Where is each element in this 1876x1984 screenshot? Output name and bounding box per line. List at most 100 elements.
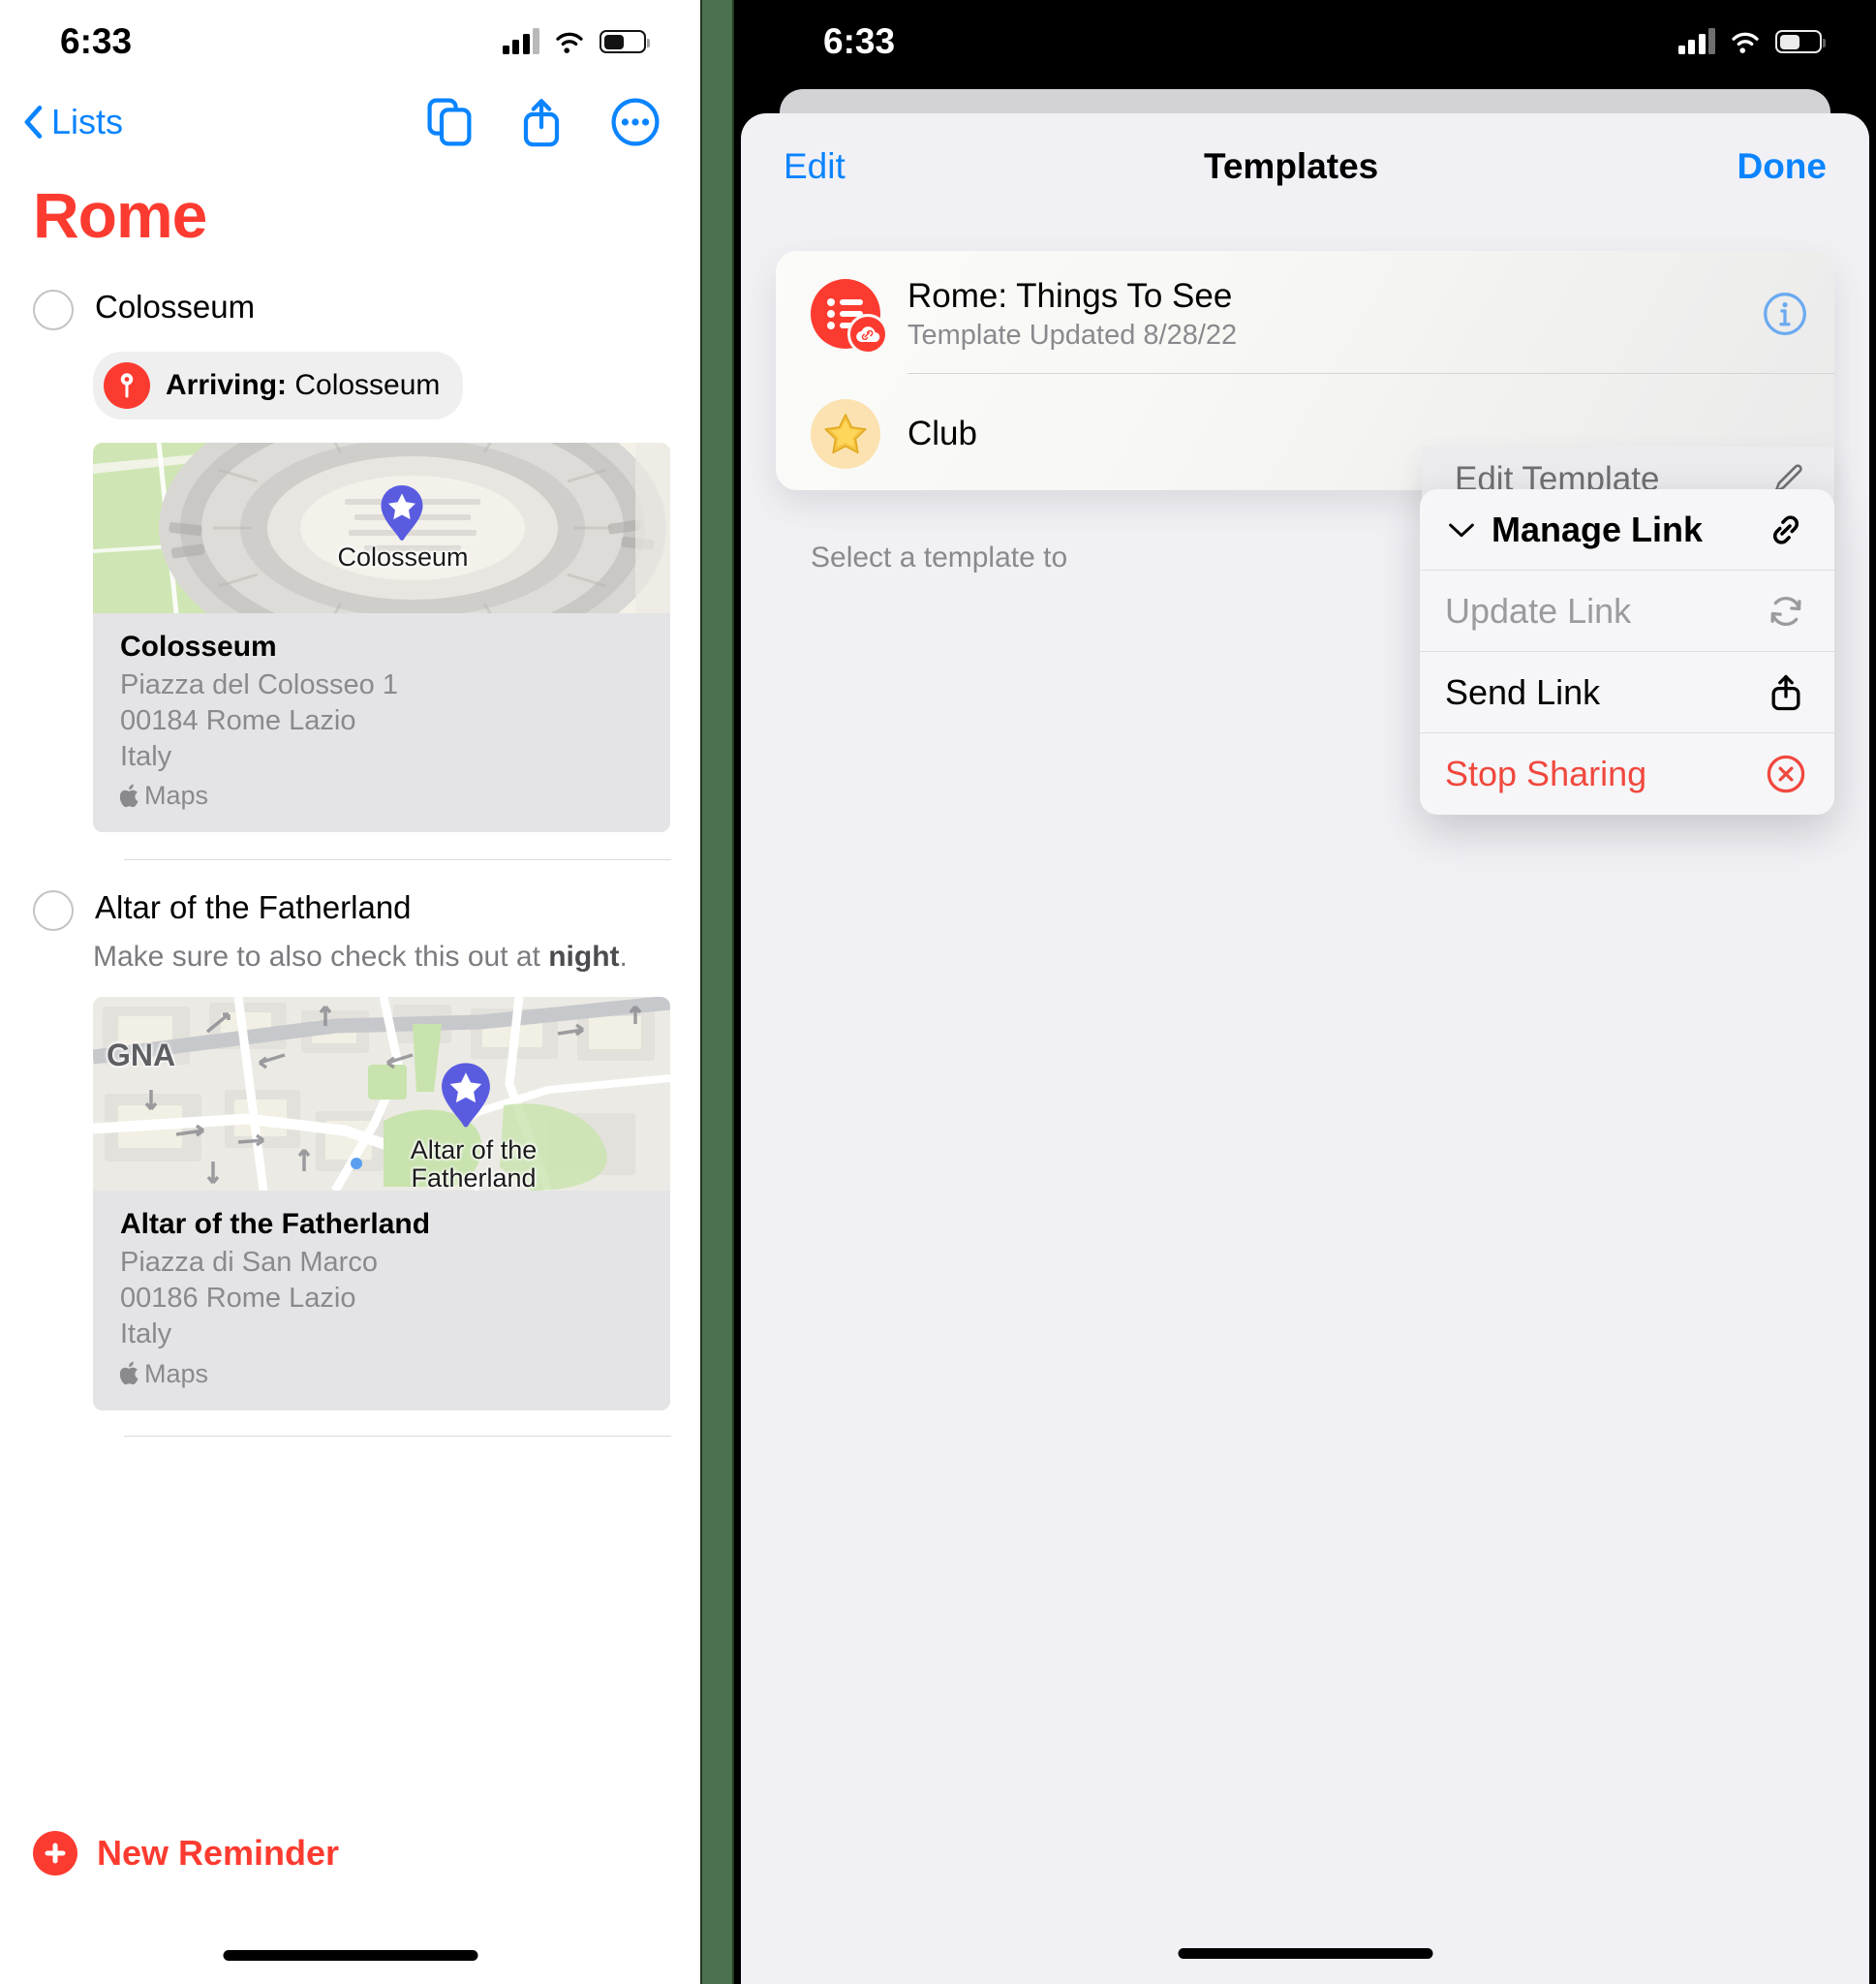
more-ellipsis-circle-icon[interactable] xyxy=(611,98,660,146)
left-nav-bar: Lists xyxy=(0,83,700,161)
left-nav-icons xyxy=(427,97,660,147)
address-line: 00184 Rome Lazio xyxy=(120,704,356,736)
done-button[interactable]: Done xyxy=(1737,146,1827,187)
battery-icon xyxy=(1775,30,1826,53)
refresh-icon xyxy=(1770,596,1801,626)
note-suffix: . xyxy=(619,941,628,974)
status-time: 6:33 xyxy=(823,21,896,61)
maps-label: Maps xyxy=(144,781,209,811)
location-pin-icon xyxy=(104,362,150,409)
context-item-update-link[interactable]: Update Link xyxy=(1420,571,1834,652)
screenshot-root: 6:33 Lists Rome Colosseum Arriving: Colo… xyxy=(0,0,1876,1984)
context-item-send-link[interactable]: Send Link xyxy=(1420,652,1834,733)
duplicate-list-icon[interactable] xyxy=(427,98,472,146)
panel-divider xyxy=(700,0,734,1984)
address-line: Piazza di San Marco xyxy=(120,1247,378,1279)
apple-logo-icon xyxy=(120,784,138,808)
chevron-left-icon xyxy=(24,106,43,139)
sheet-title: Templates xyxy=(1203,146,1379,186)
maps-attribution: Maps xyxy=(120,781,647,811)
wifi-icon xyxy=(556,32,583,53)
home-indicator[interactable] xyxy=(223,1950,477,1961)
address-line: Piazza del Colosseo 1 xyxy=(120,669,398,700)
address-line: 00186 Rome Lazio xyxy=(120,1283,356,1315)
star-emoji-icon xyxy=(811,399,880,469)
reminder-title: Colosseum xyxy=(95,289,256,325)
star-map-pin-icon xyxy=(381,485,423,541)
map-pin-label: Altar of the Fatherland xyxy=(410,1135,538,1192)
signal-bars-icon xyxy=(1677,28,1715,54)
reminder-item[interactable]: Colosseum Arriving: Colosseum Colosseum … xyxy=(0,281,700,861)
note-prefix: Make sure to also check this out at xyxy=(93,941,549,974)
context-item-left: Send Link xyxy=(1445,672,1600,713)
edit-button[interactable]: Edit xyxy=(784,146,846,187)
new-reminder-button[interactable]: New Reminder xyxy=(33,1831,339,1876)
plus-circle-icon xyxy=(33,1831,77,1876)
shared-link-cloud-icon xyxy=(847,314,888,355)
map-thumbnail-altar: GNA Altar of the Fatherland xyxy=(93,997,670,1192)
share-icon xyxy=(1771,674,1800,710)
reminder-header: Colosseum xyxy=(33,281,671,330)
templates-footnote: Select a template to xyxy=(811,542,1068,574)
circle-checkbox-icon[interactable] xyxy=(33,890,74,932)
context-item-left: Stop Sharing xyxy=(1445,754,1646,794)
address-line: Italy xyxy=(120,740,172,772)
star-map-pin-icon xyxy=(442,1063,490,1128)
battery-icon xyxy=(600,30,650,53)
location-alert-chip[interactable]: Arriving: Colosseum xyxy=(93,352,464,419)
status-icons xyxy=(1677,28,1826,54)
templates-sheet: Edit Templates Done Rome: Things To See … xyxy=(741,113,1869,1984)
template-name: Rome: Things To See xyxy=(907,277,1233,315)
context-item-label: Update Link xyxy=(1445,590,1632,631)
address-block: Altar of the Fatherland Piazza di San Ma… xyxy=(93,1191,670,1410)
reminder-note: Make sure to also check this out at nigh… xyxy=(93,941,671,974)
template-subtitle: Template Updated 8/28/22 xyxy=(907,320,1238,351)
info-circle-icon[interactable] xyxy=(1763,292,1807,336)
context-item-label: Manage Link xyxy=(1492,509,1704,549)
address-name: Colosseum xyxy=(120,631,277,663)
context-item-label: Stop Sharing xyxy=(1445,754,1647,793)
maps-label: Maps xyxy=(144,1358,209,1388)
address-name: Altar of the Fatherland xyxy=(120,1208,431,1241)
reminder-header: Altar of the Fatherland xyxy=(33,882,671,932)
reminder-title: Altar of the Fatherland xyxy=(95,889,412,926)
wifi-icon xyxy=(1732,32,1759,53)
manage-link-context-menu: Manage Link Update Link Send Link Stop S… xyxy=(1420,489,1834,815)
reminder-divider xyxy=(124,859,671,861)
context-item-left: Manage Link xyxy=(1445,510,1703,550)
context-item-manage-link[interactable]: Manage Link xyxy=(1420,489,1834,571)
reminders-list-panel: 6:33 Lists Rome Colosseum Arriving: Colo… xyxy=(0,0,700,1984)
home-indicator[interactable] xyxy=(1178,1948,1432,1959)
context-item-label: Send Link xyxy=(1445,671,1601,712)
circle-checkbox-icon[interactable] xyxy=(33,290,74,330)
page-title: Rome xyxy=(33,179,207,251)
reminder-divider xyxy=(124,1435,671,1437)
reminders-list-icon xyxy=(811,279,888,355)
reminder-item[interactable]: Altar of the Fatherland Make sure to als… xyxy=(0,882,700,1437)
chip-prefix: Arriving: xyxy=(166,369,288,401)
templates-sheet-panel: 6:33 Edit Templates Done Rome: Things To… xyxy=(734,0,1876,1984)
address-line: Italy xyxy=(120,1318,172,1350)
address-block: Colosseum Piazza del Colosseo 1 00184 Ro… xyxy=(93,613,670,833)
back-to-lists-button[interactable]: Lists xyxy=(23,102,123,142)
map-card[interactable]: GNA Altar of the Fatherland Altar of the… xyxy=(93,997,670,1410)
note-bold: night xyxy=(548,941,620,974)
context-item-stop-sharing[interactable]: Stop Sharing xyxy=(1420,733,1834,815)
sheet-nav-bar: Edit Templates Done xyxy=(741,113,1869,220)
template-text: Rome: Things To See Template Updated 8/2… xyxy=(907,276,1736,352)
status-icons xyxy=(502,28,650,54)
chip-value: Colosseum xyxy=(294,369,441,401)
map-thumbnail-colosseum: Colosseum xyxy=(93,443,670,613)
right-status-bar: 6:33 xyxy=(734,0,1876,83)
template-row[interactable]: Rome: Things To See Template Updated 8/2… xyxy=(776,251,1834,373)
map-pin-label: Colosseum xyxy=(337,542,469,572)
map-card[interactable]: Colosseum Colosseum Piazza del Colosseo … xyxy=(93,443,670,833)
context-item-left: Update Link xyxy=(1445,591,1631,632)
apple-logo-icon xyxy=(120,1362,138,1385)
status-time: 6:33 xyxy=(60,21,133,61)
x-circle-icon xyxy=(1767,755,1805,793)
signal-bars-icon xyxy=(502,28,539,54)
share-icon[interactable] xyxy=(522,97,561,147)
link-icon xyxy=(1773,514,1799,544)
reminders-container: Colosseum Arriving: Colosseum Colosseum … xyxy=(0,281,700,1437)
